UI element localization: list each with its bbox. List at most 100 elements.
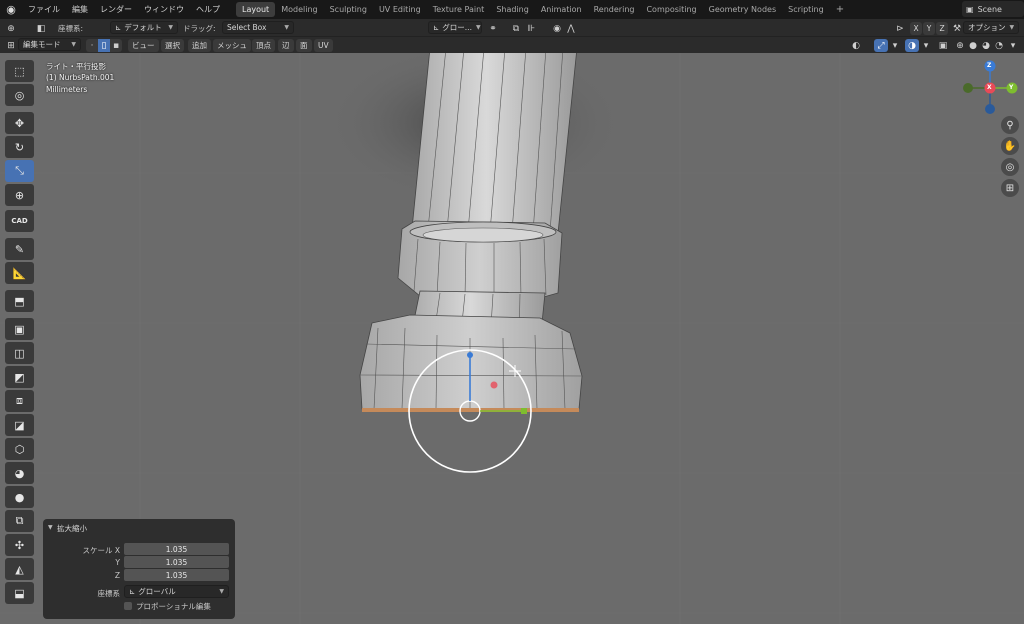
move-tool[interactable]: ✥	[5, 112, 34, 134]
mirror-z-toggle[interactable]: Z	[936, 22, 948, 35]
rip-tool[interactable]: ⬓	[5, 582, 34, 604]
edge-slide-tool[interactable]: ⧉	[5, 510, 34, 532]
options-dropdown[interactable]: オプション ▼	[963, 21, 1019, 34]
grid-view-icon[interactable]: ⊞	[1001, 179, 1019, 197]
loop-cut-tool[interactable]: ⧈	[5, 390, 34, 412]
menu-edit[interactable]: 編集	[66, 0, 94, 19]
menu-render[interactable]: レンダー	[94, 0, 138, 19]
object-name: (1) NurbsPath.001	[46, 73, 115, 82]
poly-build-tool[interactable]: ⬡	[5, 438, 34, 460]
scene-selector[interactable]: ▣ Scene	[962, 1, 1024, 17]
annotate-tool[interactable]: ✎	[5, 238, 34, 260]
tab-uv-editing[interactable]: UV Editing	[373, 2, 427, 17]
scale-x-field[interactable]: 1.035	[124, 543, 229, 555]
pivot-point-icon[interactable]: ⚭	[486, 22, 500, 35]
falloff-icon[interactable]: ⋀	[564, 22, 578, 35]
face-select-icon[interactable]: ▪	[110, 39, 122, 52]
transform-tool[interactable]: ⊕	[5, 184, 34, 206]
tab-animation[interactable]: Animation	[535, 2, 588, 17]
inset-tool[interactable]: ◫	[5, 342, 34, 364]
edge-select-icon[interactable]: ▯	[98, 39, 110, 52]
zoom-icon[interactable]: ⚲	[1001, 116, 1019, 134]
orientation-select-value: グローバル	[138, 587, 176, 596]
menu-view[interactable]: ビュー	[128, 39, 159, 52]
menu-window[interactable]: ウィンドウ	[138, 0, 190, 19]
chevron-down-icon[interactable]: ▾	[888, 39, 902, 52]
rendered-shading-icon[interactable]: ◔	[992, 39, 1006, 52]
mode-value: 編集モード	[23, 40, 61, 49]
menu-edge[interactable]: 辺	[278, 39, 294, 52]
pan-hand-icon[interactable]: ✋	[1001, 137, 1019, 155]
3d-viewport[interactable]: ライト・平行投影 (1) NurbsPath.001 Millimeters Z…	[0, 53, 1024, 624]
editor-type-icon[interactable]: ⊕	[4, 22, 18, 35]
mirror-x-toggle[interactable]: X	[910, 22, 922, 35]
wireframe-shading-icon[interactable]: ⊕	[953, 39, 967, 52]
orientation-dropdown[interactable]: ⊾ グロー... ▼	[428, 21, 482, 34]
scale-tool[interactable]: ⤡	[5, 160, 34, 182]
extrude-tool[interactable]: ▣	[5, 318, 34, 340]
operator-title: 拡大縮小	[57, 524, 87, 533]
menu-vertex[interactable]: 頂点	[252, 39, 275, 52]
scale-y-label: Y	[115, 558, 120, 567]
menu-help[interactable]: ヘルプ	[190, 0, 226, 19]
shear-tool[interactable]: ◭	[5, 558, 34, 580]
tab-geometry-nodes[interactable]: Geometry Nodes	[703, 2, 782, 17]
visibility-icon[interactable]: ◐	[849, 39, 863, 52]
mirror-y-toggle[interactable]: Y	[923, 22, 935, 35]
snap-icon[interactable]: ⧉	[509, 22, 523, 35]
tab-sculpting[interactable]: Sculpting	[324, 2, 373, 17]
orientation-select[interactable]: ⊾ グローバル ▼	[124, 585, 229, 598]
menu-face[interactable]: 面	[296, 39, 312, 52]
mirror-icon[interactable]: ⊳	[893, 22, 907, 35]
cursor-icon: ◎	[14, 88, 25, 102]
mode-dropdown[interactable]: 編集モード ▼	[18, 38, 81, 51]
menu-mesh[interactable]: メッシュ	[213, 39, 251, 52]
menu-add[interactable]: 追加	[188, 39, 211, 52]
gizmo-toggle-icon[interactable]: ⤢	[874, 39, 888, 52]
menu-select[interactable]: 選択	[161, 39, 184, 52]
tab-shading[interactable]: Shading	[490, 2, 535, 17]
cursor-tool[interactable]: ◎	[5, 84, 34, 106]
rotate-tool[interactable]: ↻	[5, 136, 34, 158]
tab-compositing[interactable]: Compositing	[640, 2, 702, 17]
proportional-checkbox[interactable]	[124, 602, 132, 610]
xray-icon[interactable]: ▣	[936, 39, 950, 52]
tab-rendering[interactable]: Rendering	[588, 2, 641, 17]
chevron-down-icon: ▼	[219, 588, 224, 595]
drag-dropdown[interactable]: Select Box ▼	[222, 21, 294, 34]
chevron-down-icon[interactable]: ▾	[1006, 39, 1020, 52]
auto-merge-icon[interactable]: ⚒	[950, 22, 964, 35]
material-shading-icon[interactable]: ◕	[979, 39, 993, 52]
chevron-down-icon[interactable]: ▾	[919, 39, 933, 52]
proportional-edit-icon[interactable]: ◉	[550, 22, 564, 35]
bevel-tool[interactable]: ◩	[5, 366, 34, 388]
tab-layout[interactable]: Layout	[236, 2, 276, 17]
cad-tool[interactable]: CAD	[5, 210, 34, 232]
smooth-tool[interactable]: ●	[5, 486, 34, 508]
tab-modeling[interactable]: Modeling	[275, 2, 323, 17]
add-cube-tool[interactable]: ⬒	[5, 290, 34, 312]
collapse-chevron-icon[interactable]: ▼	[48, 524, 53, 531]
coord-dropdown[interactable]: ⊾ デフォルト ▼	[110, 21, 178, 34]
overlay-toggle-icon[interactable]: ◑	[905, 39, 919, 52]
tab-scripting[interactable]: Scripting	[782, 2, 830, 17]
menu-file[interactable]: ファイル	[22, 0, 66, 19]
tab-texture-paint[interactable]: Texture Paint	[427, 2, 491, 17]
blender-logo-icon[interactable]: ◉	[0, 3, 22, 16]
shrink-tool[interactable]: ✣	[5, 534, 34, 556]
camera-icon[interactable]: ◎	[1001, 158, 1019, 176]
menu-uv[interactable]: UV	[314, 39, 333, 52]
scale-z-field[interactable]: 1.035	[124, 569, 229, 581]
chevron-down-icon: ▼	[71, 41, 76, 48]
snap-target-icon[interactable]: ⊪	[524, 22, 538, 35]
measure-tool[interactable]: 📐	[5, 262, 34, 284]
tool-icon[interactable]: ◧	[34, 22, 48, 35]
solid-shading-icon[interactable]: ●	[966, 39, 980, 52]
add-workspace-button[interactable]: +	[830, 2, 850, 17]
scale-y-field[interactable]: 1.035	[124, 556, 229, 568]
knife-tool[interactable]: ◪	[5, 414, 34, 436]
select-box-tool[interactable]: ⬚	[5, 60, 34, 82]
spin-tool[interactable]: ◕	[5, 462, 34, 484]
vertex-select-icon[interactable]: ·	[86, 39, 98, 52]
top-menu-bar: ◉ ファイル 編集 レンダー ウィンドウ ヘルプ Layout Modeling…	[0, 0, 1024, 19]
